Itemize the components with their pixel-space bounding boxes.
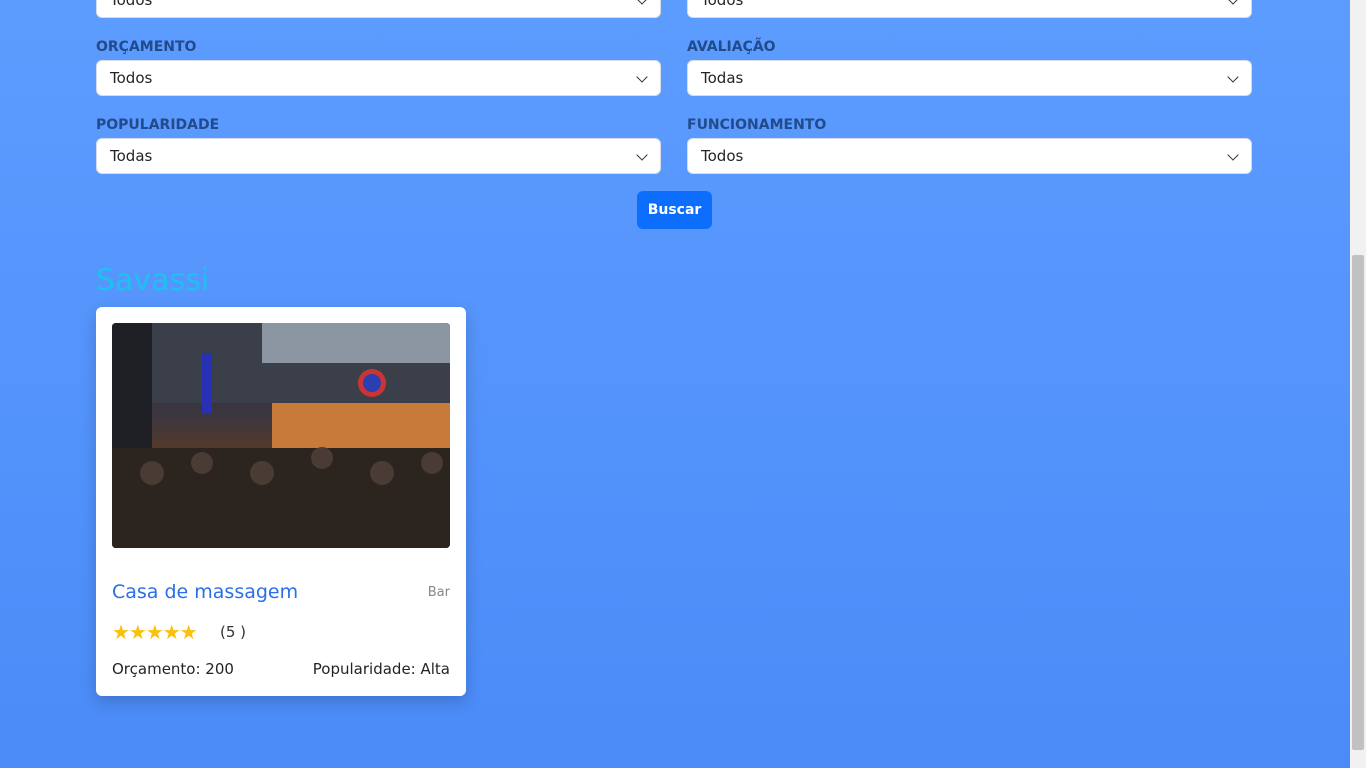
budget-label: ORÇAMENTO [96,39,197,55]
place-photo [112,323,450,548]
chevron-down-icon [1227,0,1239,5]
star-rating-icon: ★★★★★ [112,620,198,644]
place-name[interactable]: Casa de massagem [112,581,298,603]
select-value: Todas [110,147,153,165]
popularity-label: POPULARIDADE [96,117,220,133]
budget-select[interactable]: Todos [96,60,661,96]
select-value: Todos [110,69,153,87]
chevron-down-icon [636,0,648,5]
chevron-down-icon [636,149,648,161]
select-value: Todos [701,147,744,165]
select-value: Todas [701,69,744,87]
select-value: Todos [110,0,153,9]
bar-photo-illustration [112,323,450,548]
place-card[interactable]: Casa de massagem Bar ★★★★★ (5 ) Orçament… [96,307,466,696]
search-button[interactable]: Buscar [637,191,712,229]
hours-label: FUNCIONAMENTO [687,117,827,133]
scrollbar-thumb[interactable] [1352,255,1364,750]
chevron-down-icon [636,71,648,83]
rating-select[interactable]: Todas [687,60,1252,96]
select-value: Todos [701,0,744,9]
filter-select-2[interactable]: Todos [687,0,1252,18]
chevron-down-icon [1227,71,1239,83]
section-title: Savassi [96,263,210,298]
page: Todos Todos ORÇAMENTO Todos AVALIAÇÃO To… [0,0,1350,768]
rating-count: (5 ) [220,623,247,641]
popularity-select[interactable]: Todas [96,138,661,174]
place-type: Bar [427,585,450,600]
rating-label: AVALIAÇÃO [687,39,776,55]
chevron-down-icon [1227,149,1239,161]
budget-text: Orçamento: 200 [112,660,234,678]
popularity-text: Popularidade: Alta [312,660,450,678]
filter-select-1[interactable]: Todos [96,0,661,18]
hours-select[interactable]: Todos [687,138,1252,174]
